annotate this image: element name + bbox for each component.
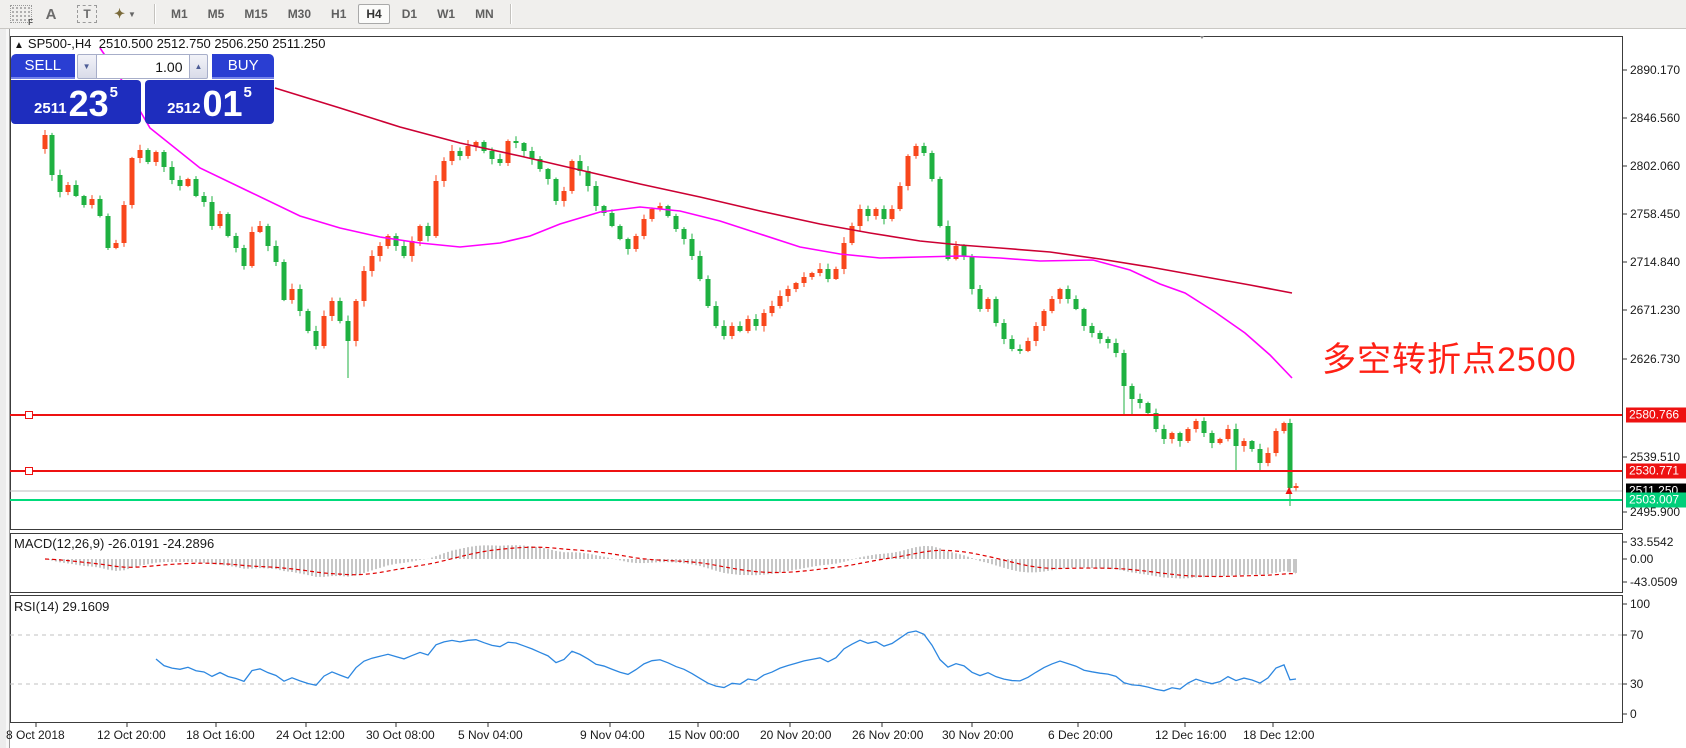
symbol-label: SP500-,H4 (28, 36, 92, 51)
price-tick-label: 2539.510 (1630, 450, 1680, 464)
ask-price-display[interactable]: 2512 01 5 (145, 80, 274, 124)
timeframe-m1[interactable]: M1 (163, 4, 196, 24)
timeframe-d1[interactable]: D1 (394, 4, 425, 24)
macd-values: -26.0191 -24.2896 (108, 536, 214, 551)
timeframe-m30[interactable]: M30 (280, 4, 319, 24)
macd-tick-label: 0.00 (1630, 552, 1653, 566)
macd-panel[interactable] (10, 533, 1623, 593)
timeframe-m15[interactable]: M15 (236, 4, 275, 24)
ask-pip-digit: 5 (244, 82, 252, 101)
timeframe-h1[interactable]: H1 (323, 4, 354, 24)
timeframe-mn[interactable]: MN (467, 4, 502, 24)
price-line-badge: 2503.007 (1626, 493, 1686, 508)
hline-drag-handle[interactable] (25, 411, 33, 419)
timeframe-h4[interactable]: H4 (358, 4, 389, 24)
shapes-tool-button[interactable]: ✦ ▼ (112, 2, 138, 26)
price-tick-label: 2758.450 (1630, 207, 1680, 221)
price-tick-label: 2802.060 (1630, 159, 1680, 173)
time-tick-label: 20 Nov 20:00 (760, 728, 831, 742)
timeframe-group: M1M5M15M30H1H4D1W1MN (161, 4, 504, 24)
price-tick-label: 2671.230 (1630, 303, 1680, 317)
hline-drag-handle[interactable] (25, 467, 33, 475)
time-tick-label: 18 Dec 12:00 (1243, 728, 1314, 742)
ask-big-digits: 01 (202, 87, 242, 121)
time-tick-label: 9 Nov 04:00 (580, 728, 645, 742)
text-label-tool-button[interactable]: A (38, 2, 64, 26)
timeframe-m5[interactable]: M5 (200, 4, 233, 24)
rsi-tick-label: 70 (1630, 628, 1643, 642)
bid-price-display[interactable]: 2511 23 5 (11, 80, 141, 124)
textbox-tool-button[interactable]: T (74, 2, 100, 26)
ohlc-values: 2510.500 2512.750 2506.250 2511.250 (99, 36, 326, 51)
price-tick-label: 2890.170 (1630, 63, 1680, 77)
time-tick-label: 30 Nov 20:00 (942, 728, 1013, 742)
bid-prefix: 2511 (34, 100, 67, 117)
time-tick-label: 26 Nov 20:00 (852, 728, 923, 742)
toolbar-separator (510, 4, 511, 24)
time-tick-label: 30 Oct 08:00 (366, 728, 435, 742)
time-tick-label: 12 Dec 16:00 (1155, 728, 1226, 742)
price-tick-label: 2626.730 (1630, 352, 1680, 366)
chart-annotation-text: 多空转折点2500 (1322, 332, 1577, 381)
bid-big-digits: 23 (69, 87, 109, 121)
volume-input[interactable] (97, 54, 189, 79)
macd-label: MACD(12,26,9) -26.0191 -24.2896 (14, 536, 214, 551)
sell-button[interactable]: SELL (11, 54, 75, 79)
grid-f-icon[interactable]: F (8, 2, 34, 26)
rsi-tick-label: 0 (1630, 707, 1637, 721)
rsi-value: 29.1609 (62, 599, 109, 614)
time-tick-label: 5 Nov 04:00 (458, 728, 523, 742)
window-left-edge (0, 28, 10, 748)
bid-pip-digit: 5 (110, 82, 118, 101)
volume-increase-button[interactable]: ▲ (189, 54, 209, 79)
textbox-t-icon: T (77, 5, 97, 23)
symbol-marker-icon: ▲ (14, 40, 24, 51)
chevron-down-icon: ▼ (128, 10, 136, 19)
price-line-badge: 2530.771 (1626, 464, 1686, 479)
price-tick-label: 2846.560 (1630, 111, 1680, 125)
macd-tick-label: -43.0509 (1630, 575, 1677, 589)
toolbar-separator (154, 4, 155, 24)
toolbar: F A T ✦ ▼ M1M5M15M30H1H4D1W1MN (0, 0, 1686, 29)
macd-tick-label: 33.5542 (1630, 535, 1673, 549)
time-tick-label: 18 Oct 16:00 (186, 728, 255, 742)
time-tick-label: 8 Oct 2018 (6, 728, 65, 742)
timeframe-w1[interactable]: W1 (429, 4, 463, 24)
mt4-window: F A T ✦ ▼ M1M5M15M30H1H4D1W1MN ▲ SP500-,H… (0, 0, 1686, 748)
rsi-tick-label: 100 (1630, 597, 1650, 611)
ask-prefix: 2512 (167, 100, 200, 117)
buy-button[interactable]: BUY (212, 54, 274, 79)
one-click-trade-widget: SELL ▼ ▲ BUY 2511 23 5 2512 01 5 (11, 54, 274, 124)
price-line-badge: 2580.766 (1626, 408, 1686, 423)
rsi-tick-label: 30 (1630, 677, 1643, 691)
price-tick-label: 2714.840 (1630, 255, 1680, 269)
volume-decrease-button[interactable]: ▼ (77, 54, 97, 79)
chart-title: ▲ SP500-,H4 2510.500 2512.750 2506.250 25… (14, 36, 326, 51)
shapes-icon: ✦ (114, 6, 125, 22)
rsi-panel[interactable] (10, 595, 1623, 723)
time-tick-label: 15 Nov 00:00 (668, 728, 739, 742)
time-tick-label: 12 Oct 20:00 (97, 728, 166, 742)
time-tick-label: 6 Dec 20:00 (1048, 728, 1113, 742)
time-tick-label: 24 Oct 12:00 (276, 728, 345, 742)
rsi-label: RSI(14) 29.1609 (14, 599, 109, 614)
